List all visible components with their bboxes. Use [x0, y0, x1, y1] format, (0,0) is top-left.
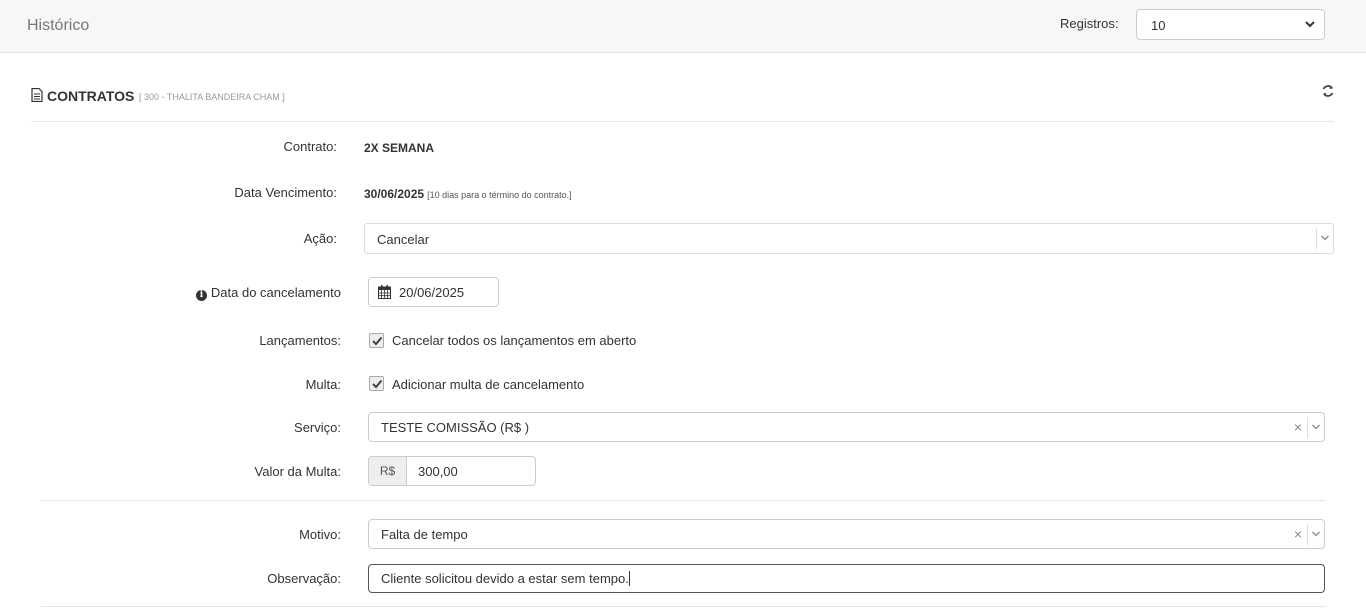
chevron-down-icon [1305, 21, 1315, 28]
lancamentos-label: Lançamentos: [259, 333, 341, 348]
currency-addon: R$ [369, 457, 407, 485]
obs-value: Cliente solicitou devido a estar sem tem… [381, 571, 629, 586]
valor-multa-label: Valor da Multa: [254, 464, 341, 479]
multa-checkbox-label[interactable]: Adicionar multa de cancelamento [392, 377, 584, 392]
page-title: Histórico [27, 17, 90, 34]
acao-select[interactable]: Cancelar [364, 223, 1334, 254]
lancamentos-checkbox-label[interactable]: Cancelar todos os lançamentos em aberto [392, 333, 636, 348]
divider [41, 606, 1325, 607]
check-icon [372, 379, 383, 389]
motivo-value: Falta de tempo [381, 527, 468, 542]
obs-value-wrap: Cliente solicitou devido a estar sem tem… [381, 571, 630, 586]
obs-label: Observação: [267, 571, 341, 586]
motivo-label: Motivo: [299, 527, 341, 542]
info-icon: i [195, 290, 207, 301]
data-cancel-input[interactable]: 20/06/2025 [368, 277, 499, 307]
motivo-select[interactable]: Falta de tempo × [368, 519, 1325, 549]
vencimento-value: 30/06/2025 [364, 187, 425, 201]
servico-select[interactable]: TESTE COMISSÃO (R$ ) × [368, 412, 1325, 442]
acao-value: Cancelar [377, 232, 430, 247]
registros-label: Registros: [1060, 16, 1119, 31]
data-cancel-label-wrap: i Data do cancelamento [195, 285, 341, 301]
select-divider [1316, 228, 1317, 249]
servico-label: Serviço: [294, 420, 341, 435]
obs-input[interactable]: Cliente solicitou devido a estar sem tem… [368, 564, 1325, 593]
top-bar: Histórico Registros: 10 [0, 0, 1366, 53]
acao-label: Ação: [303, 231, 337, 246]
text-caret [628, 571, 630, 586]
data-cancel-value: 20/06/2025 [399, 285, 465, 300]
contrato-label: Contrato: [283, 139, 337, 154]
registros-value: 10 [1151, 18, 1166, 33]
data-cancel-label: Data do cancelamento [210, 285, 341, 300]
chevron-down-icon [1312, 531, 1320, 537]
valor-multa-input[interactable]: R$ 300,00 [368, 456, 536, 486]
vencimento-note: [10 dias para o término do contrato.] [427, 190, 572, 200]
document-icon [31, 88, 43, 102]
clear-icon[interactable]: × [1294, 419, 1302, 435]
registros-select[interactable]: 10 [1136, 9, 1325, 40]
section-title: CONTRATOS [47, 88, 135, 104]
multa-checkbox[interactable] [369, 376, 384, 391]
chevron-down-icon [1321, 235, 1329, 241]
check-icon [372, 336, 383, 346]
select-divider [1307, 417, 1308, 438]
valor-multa-value: 300,00 [418, 464, 458, 479]
lancamentos-checkbox[interactable] [369, 333, 384, 348]
clear-icon[interactable]: × [1294, 526, 1302, 542]
refresh-icon[interactable] [1321, 84, 1335, 98]
select-divider [1307, 524, 1308, 545]
divider [41, 500, 1325, 501]
contrato-value: 2X SEMANA [364, 141, 435, 155]
vencimento-label: Data Vencimento: [234, 185, 337, 200]
vencimento-value-wrap: 30/06/2025 [10 dias para o término do con… [364, 187, 572, 201]
chevron-down-icon [1312, 424, 1320, 430]
section-subtitle: [ 300 - THALITA BANDEIRA CHAM ] [139, 92, 285, 102]
servico-value: TESTE COMISSÃO (R$ ) [381, 420, 530, 435]
divider [31, 121, 1334, 122]
calendar-icon [378, 285, 391, 299]
multa-label: Multa: [305, 377, 341, 392]
